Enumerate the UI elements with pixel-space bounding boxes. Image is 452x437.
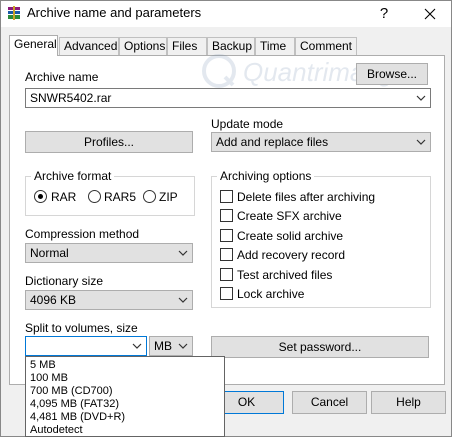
radio-rar5-label[interactable]: RAR5 — [104, 190, 136, 204]
chevron-down-icon — [178, 343, 188, 349]
dictionary-select[interactable]: 4096 KB — [25, 290, 193, 310]
dialog-window: Archive name and parameters ? General Ad… — [0, 0, 452, 437]
radio-rar[interactable] — [34, 190, 47, 203]
title-bar: Archive name and parameters ? — [1, 1, 451, 27]
close-button[interactable] — [418, 4, 442, 24]
split-unit-value: MB — [154, 339, 172, 353]
archive-name-label: Archive name — [25, 70, 99, 84]
list-item[interactable]: 700 MB (CD700) — [30, 385, 113, 398]
radio-zip-label[interactable]: ZIP — [159, 190, 178, 204]
checkbox-create-solid-label[interactable]: Create solid archive — [237, 229, 343, 243]
split-size-dropdown: 5 MB 100 MB 700 MB (CD700) 4,095 MB (FAT… — [25, 356, 225, 437]
update-mode-value: Add and replace files — [216, 135, 329, 149]
list-item[interactable]: Autodetect — [30, 424, 83, 437]
set-password-button[interactable]: Set password... — [211, 336, 429, 358]
archive-format-title: Archive format — [31, 169, 115, 183]
archive-name-value: SNWR5402.rar — [30, 91, 112, 105]
radio-rar5[interactable] — [88, 190, 101, 203]
chevron-down-icon[interactable] — [130, 339, 144, 353]
checkbox-create-solid[interactable] — [220, 229, 233, 242]
list-item[interactable]: 100 MB — [30, 372, 68, 385]
chevron-down-icon — [416, 95, 426, 101]
checkbox-recovery-record[interactable] — [220, 248, 233, 261]
split-label: Split to volumes, size — [25, 321, 138, 335]
checkbox-lock-archive-label[interactable]: Lock archive — [237, 287, 304, 301]
checkbox-lock-archive[interactable] — [220, 287, 233, 300]
update-mode-select[interactable]: Add and replace files — [211, 132, 431, 152]
compression-label: Compression method — [25, 227, 140, 241]
close-icon — [424, 8, 436, 20]
help-button[interactable]: Help — [371, 391, 446, 414]
checkbox-delete-files[interactable] — [220, 190, 233, 203]
archive-name-field[interactable]: SNWR5402.rar — [25, 88, 431, 108]
checkbox-test-files-label[interactable]: Test archived files — [237, 268, 332, 282]
winrar-icon — [8, 6, 20, 20]
list-item[interactable]: 4,095 MB (FAT32) — [30, 398, 119, 411]
cancel-button[interactable]: Cancel — [292, 391, 367, 414]
list-item[interactable]: 4,481 MB (DVD+R) — [30, 411, 125, 424]
split-size-combo[interactable] — [25, 336, 147, 356]
chevron-down-icon — [178, 297, 188, 303]
radio-rar-label[interactable]: RAR — [51, 190, 76, 204]
checkbox-test-files[interactable] — [220, 268, 233, 281]
radio-zip[interactable] — [143, 190, 156, 203]
checkbox-create-sfx[interactable] — [220, 209, 233, 222]
checkbox-delete-files-label[interactable]: Delete files after archiving — [237, 190, 375, 204]
chevron-down-icon — [178, 250, 188, 256]
compression-value: Normal — [30, 246, 69, 260]
checkbox-recovery-record-label[interactable]: Add recovery record — [237, 248, 345, 262]
watermark-logo-icon — [202, 54, 236, 88]
tab-advanced[interactable]: Advanced — [59, 37, 119, 55]
profiles-button[interactable]: Profiles... — [25, 131, 193, 153]
compression-select[interactable]: Normal — [25, 243, 193, 263]
split-unit-select[interactable]: MB — [149, 336, 193, 356]
list-item[interactable]: 5 MB — [30, 359, 56, 372]
dictionary-value: 4096 KB — [30, 293, 77, 307]
checkbox-create-sfx-label[interactable]: Create SFX archive — [237, 209, 342, 223]
dictionary-label: Dictionary size — [25, 274, 104, 288]
window-title: Archive name and parameters — [27, 5, 202, 20]
help-icon[interactable]: ? — [374, 4, 394, 24]
chevron-down-icon — [416, 139, 426, 145]
update-mode-label: Update mode — [211, 117, 284, 131]
archiving-options-title: Archiving options — [217, 169, 315, 183]
tab-general[interactable]: General — [9, 35, 58, 56]
browse-button[interactable]: Browse... — [356, 63, 428, 85]
tab-options[interactable]: Options — [119, 37, 167, 55]
